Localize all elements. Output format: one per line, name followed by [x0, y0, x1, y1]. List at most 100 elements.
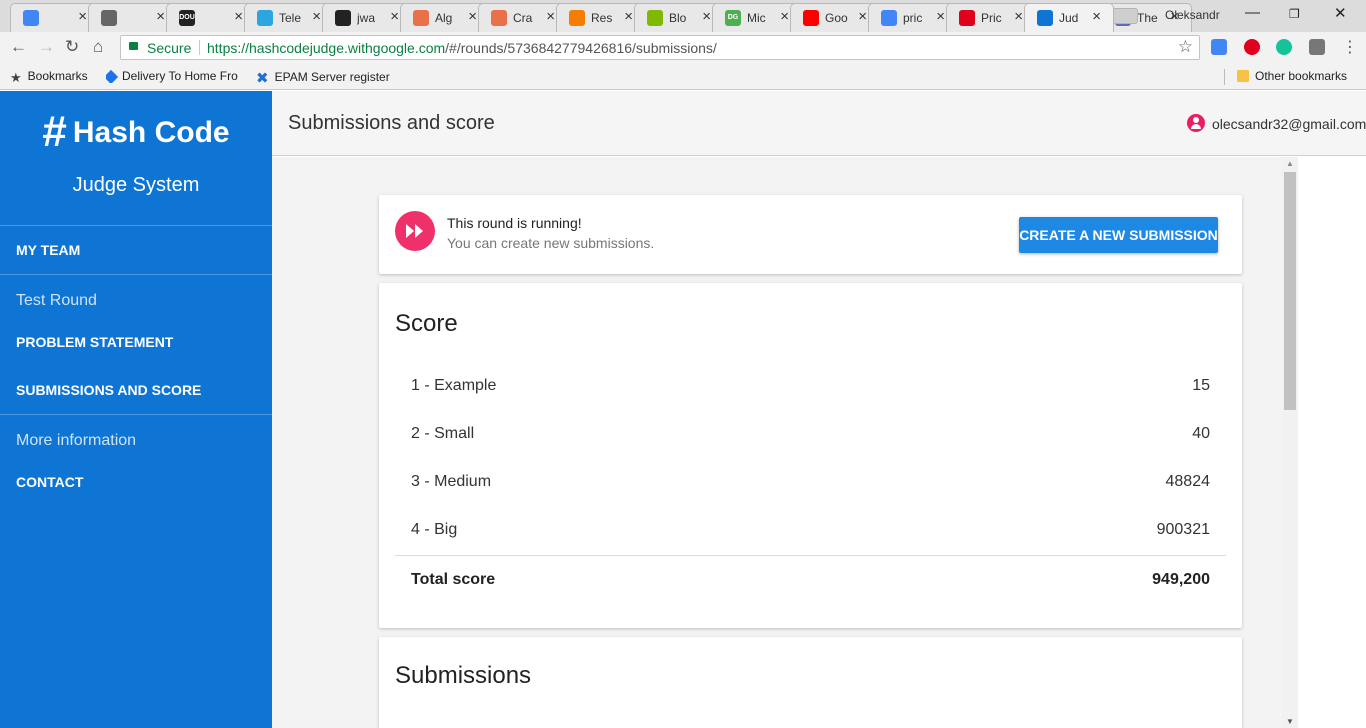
url-host: https://hashcodejudge.withgoogle.com	[207, 40, 446, 56]
close-tab-icon[interactable]: ×	[780, 8, 789, 25]
browser-tab[interactable]: Goo ×	[790, 3, 880, 32]
tab-title: The	[1137, 11, 1158, 25]
account-icon[interactable]	[1187, 114, 1205, 132]
tab-title: Blo	[669, 11, 687, 25]
browser-tab[interactable]: jwa ×	[322, 3, 412, 32]
close-tab-icon[interactable]: ×	[546, 8, 555, 25]
page-gutter	[1298, 157, 1366, 728]
close-tab-icon[interactable]: ×	[624, 8, 633, 25]
bookmark-epam-label: EPAM Server register	[274, 70, 390, 84]
browser-tab[interactable]: Jud ×	[1024, 3, 1114, 32]
hash-logo-icon: #	[42, 107, 67, 156]
browser-tab[interactable]: pric ×	[868, 3, 958, 32]
close-tab-icon[interactable]: ×	[156, 8, 165, 25]
folder-icon	[1237, 70, 1249, 82]
bookmarks-divider	[1224, 69, 1225, 85]
tab-title: Alg	[435, 11, 453, 25]
tab-title: jwa	[357, 11, 376, 25]
forward-icon[interactable]: →	[38, 37, 55, 57]
score-row: 2 - Small 40	[411, 425, 1210, 443]
close-tab-icon[interactable]: ×	[702, 8, 711, 25]
scrollbar-thumb[interactable]	[1284, 172, 1296, 410]
dataset-name: 2 - Small	[411, 425, 475, 442]
user-email[interactable]: olecsandr32@gmail.com	[1212, 116, 1366, 132]
browser-tab[interactable]: Blo ×	[634, 3, 724, 32]
tab-title: Mic	[747, 11, 766, 25]
close-tab-icon[interactable]: ×	[858, 8, 867, 25]
sidebar-item-submissions-and-score[interactable]: SUBMISSIONS AND SCORE	[16, 382, 201, 398]
other-bookmarks[interactable]: Other bookmarks	[1237, 69, 1347, 83]
sidebar-divider	[0, 414, 272, 415]
page-icon	[491, 10, 507, 26]
total-score-value: 949,200	[1152, 571, 1210, 588]
grammarly-extension-icon[interactable]	[1276, 39, 1292, 55]
dataset-score: 48824	[1165, 473, 1211, 490]
total-score-label: Total score	[411, 571, 496, 588]
bookmark-delivery[interactable]: Delivery To Home Fro	[106, 69, 242, 83]
bookmark-star-icon[interactable]: ☆	[1178, 37, 1193, 57]
close-tab-icon[interactable]: ×	[468, 8, 477, 25]
extension-icon[interactable]	[1309, 39, 1325, 55]
round-status-subtitle: You can create new submissions.	[447, 235, 655, 251]
main-content: This round is running! You can create ne…	[272, 157, 1282, 728]
close-tab-icon[interactable]: ×	[936, 8, 945, 25]
github-icon	[335, 10, 351, 26]
total-score-row: Total score 949,200	[411, 571, 1210, 589]
close-tab-icon[interactable]: ×	[390, 8, 399, 25]
browser-tab[interactable]: ×	[10, 3, 100, 32]
close-tab-icon[interactable]: ×	[78, 8, 87, 25]
bookmark-epam[interactable]: ✖ EPAM Server register	[256, 69, 390, 87]
close-tab-icon[interactable]: ×	[312, 8, 321, 25]
close-tab-icon[interactable]: ×	[1092, 8, 1101, 25]
google-icon	[881, 10, 897, 26]
sidebar-item-contact[interactable]: CONTACT	[16, 474, 83, 490]
dg-icon: DG	[725, 10, 741, 26]
browser-tab[interactable]: DOU ×	[166, 3, 256, 32]
secure-label: Secure	[147, 40, 192, 56]
logo-text: Hash Code	[72, 116, 230, 149]
youtube-icon	[803, 10, 819, 26]
score-row: 4 - Big 900321	[411, 521, 1210, 539]
reload-icon[interactable]: ↻	[65, 37, 79, 57]
create-submission-button[interactable]: CREATE A NEW SUBMISSION	[1019, 217, 1218, 253]
browser-tab[interactable]: ×	[88, 3, 178, 32]
app-header: Submissions and score olecsandr32@gmail.…	[272, 91, 1366, 156]
opera-extension-icon[interactable]	[1244, 39, 1260, 55]
back-icon[interactable]: ←	[10, 37, 27, 57]
address-bar[interactable]: Secure https://hashcodejudge.withgoogle.…	[120, 35, 1200, 60]
microsoft-icon	[647, 10, 663, 26]
sidebar-item-my-team[interactable]: MY TEAM	[16, 242, 80, 258]
bookmarks-folder[interactable]: ★ Bookmarks	[10, 69, 88, 85]
browser-menu-icon[interactable]: ⋮	[1342, 37, 1358, 57]
dataset-name: 3 - Medium	[411, 473, 492, 490]
browser-tab[interactable]: Res ×	[556, 3, 646, 32]
close-tab-icon[interactable]: ×	[234, 8, 243, 25]
dataset-name: 1 - Example	[411, 377, 497, 394]
scroll-up-icon[interactable]: ▲	[1286, 159, 1294, 168]
close-tab-icon[interactable]: ×	[1014, 8, 1023, 25]
tab-title: Tele	[279, 11, 302, 25]
fast-forward-icon	[395, 211, 435, 251]
url-text[interactable]: https://hashcodejudge.withgoogle.com/#/r…	[207, 40, 717, 56]
home-icon[interactable]: ⌂	[93, 37, 103, 57]
browser-tab[interactable]: DG Mic ×	[712, 3, 802, 32]
url-path: /#/rounds/5736842779426816/submissions/	[445, 40, 717, 56]
logo[interactable]: # Hash Code	[0, 107, 272, 157]
scroll-down-icon[interactable]: ▼	[1286, 717, 1294, 726]
close-window-icon[interactable]: ✕	[1334, 4, 1347, 22]
browser-tab[interactable]: Pric ×	[946, 3, 1036, 32]
browser-tab[interactable]: Cra ×	[478, 3, 568, 32]
round-status-card: This round is running! You can create ne…	[379, 195, 1242, 274]
sidebar-divider	[0, 225, 272, 226]
translate-extension-icon[interactable]	[1211, 39, 1227, 55]
browser-tab[interactable]: Alg ×	[400, 3, 490, 32]
profile-name[interactable]: Oleksandr	[1165, 8, 1220, 22]
sidebar-item-problem-statement[interactable]: PROBLEM STATEMENT	[16, 334, 173, 350]
tab-title: pric	[903, 11, 923, 25]
round-status-title: This round is running!	[447, 215, 582, 231]
page-scrollbar[interactable]: ▲ ▼	[1282, 157, 1298, 728]
blogger-icon	[569, 10, 585, 26]
minimize-icon[interactable]: —	[1245, 4, 1260, 21]
browser-tab[interactable]: Tele ×	[244, 3, 334, 32]
restore-icon[interactable]: ❐	[1289, 7, 1300, 21]
